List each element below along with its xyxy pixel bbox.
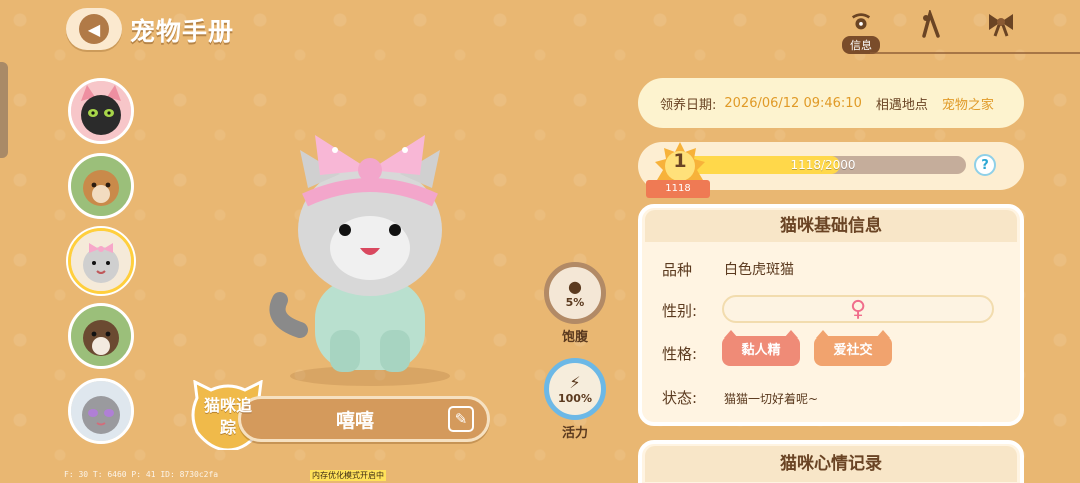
cat-avatar-icon	[71, 306, 131, 366]
level-progress-text: 1118/2000	[790, 158, 856, 172]
status-value: 猫猫一切好着呢~	[724, 392, 819, 406]
memory-mode-text: 内存优化模式开启中	[310, 470, 386, 481]
tab-decoration[interactable]	[982, 10, 1020, 54]
adopt-date-value: 2026/06/12 09:46:10	[724, 95, 862, 111]
cat-name: 嘻嘻	[336, 410, 375, 432]
hunger-value: 5%	[565, 295, 585, 309]
gender-label: 性别:	[662, 302, 698, 320]
cat-avatar-icon	[71, 231, 131, 291]
debug-stats: F: 30 T: 6460 P: 41 ID: 8730c2fa	[64, 470, 219, 479]
edit-name-icon[interactable]: ✎	[448, 406, 474, 432]
energy-gauge: ⚡ 100%	[544, 358, 606, 420]
pet-avatar-2[interactable]	[68, 153, 134, 219]
chevron-left-icon: ◀	[79, 14, 109, 44]
pet-avatar-3[interactable]	[68, 228, 134, 294]
trait-tag[interactable]: 黏人精	[722, 330, 800, 366]
status-label: 状态:	[662, 389, 698, 407]
top-tabs: 信息	[842, 10, 1020, 54]
meet-place-value: 宠物之家	[941, 97, 994, 113]
energy-value: 100%	[558, 391, 592, 405]
meet-place-label: 相遇地点	[875, 97, 928, 113]
level-number: 1	[673, 150, 687, 172]
help-button[interactable]: ?	[974, 154, 996, 176]
adopt-date-label: 领养日期:	[660, 97, 717, 113]
breed-value: 白色虎斑猫	[724, 262, 794, 278]
level-ribbon: 1118	[646, 180, 710, 198]
breed-label: 品种	[662, 261, 693, 279]
pet-avatar-4[interactable]	[68, 303, 134, 369]
personality-label: 性格:	[662, 345, 698, 363]
back-button[interactable]: ◀	[66, 8, 122, 50]
pet-avatar-5[interactable]	[68, 378, 134, 444]
track-button[interactable]: 猫咪追踪	[200, 395, 256, 439]
side-handle[interactable]	[0, 62, 8, 158]
page-title: 宠物手册	[130, 17, 235, 46]
adoption-card: 领养日期: 2026/06/12 09:46:10 相遇地点 宠物之家	[638, 78, 1024, 128]
tab-pose[interactable]	[912, 10, 950, 54]
tab-divider	[870, 52, 1080, 54]
cat-avatar-icon	[71, 156, 131, 216]
cat-avatar-icon	[71, 81, 131, 141]
cat-character[interactable]	[260, 130, 480, 390]
bow-icon	[989, 14, 1013, 37]
trait-tag[interactable]: 爱社交	[814, 330, 892, 366]
tab-info[interactable]: 信息	[842, 10, 880, 54]
pet-avatar-1[interactable]	[68, 78, 134, 144]
pose-icon	[922, 10, 940, 38]
hunger-label: 饱腹	[562, 330, 589, 345]
bell-collar-icon	[851, 13, 871, 30]
lightning-icon: ⚡	[569, 372, 581, 392]
gender-female-icon: ♀	[722, 295, 994, 323]
mood-title: 猫咪心情记录	[645, 446, 1017, 482]
energy-label: 活力	[562, 426, 589, 441]
basic-info-title: 猫咪基础信息	[645, 210, 1017, 242]
hunger-gauge: ● 5%	[544, 262, 606, 324]
cat-avatar-icon	[71, 381, 131, 441]
stomach-icon: ●	[568, 276, 582, 296]
